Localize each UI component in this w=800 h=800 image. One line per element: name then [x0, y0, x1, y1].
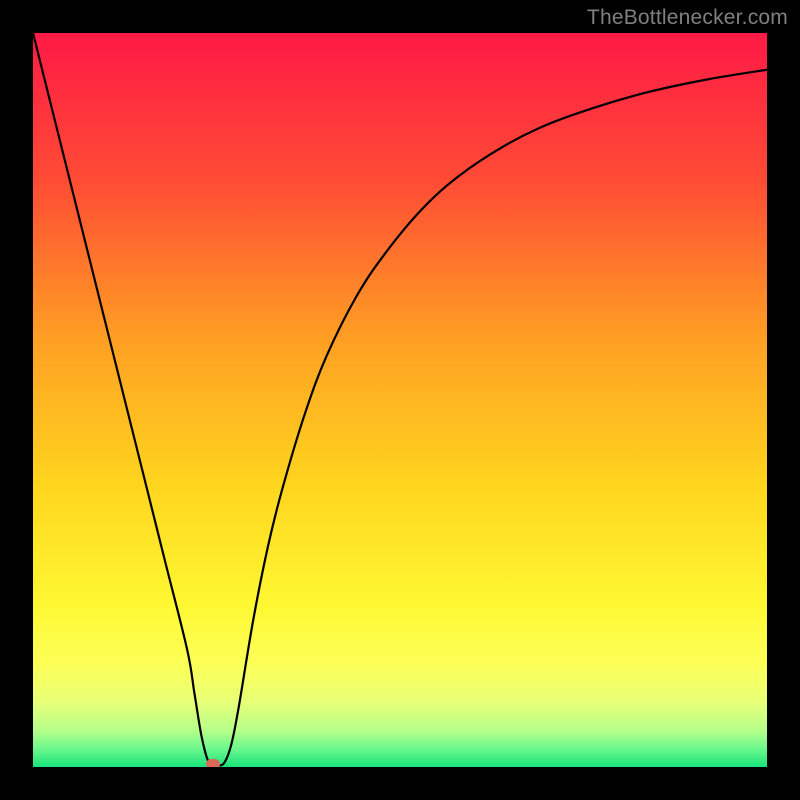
- plot-area: [33, 33, 767, 767]
- chart-frame: TheBottlenecker.com: [0, 0, 800, 800]
- bottleneck-curve: [33, 33, 767, 767]
- optimal-point-marker: [206, 759, 220, 767]
- watermark-text: TheBottlenecker.com: [587, 6, 788, 30]
